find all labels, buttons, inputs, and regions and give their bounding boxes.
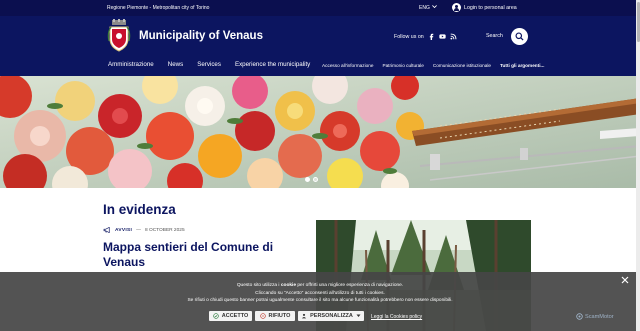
topic-link-comunicazione[interactable]: Comunicazione istituzionale xyxy=(433,63,491,68)
article-category[interactable]: AVVISI xyxy=(115,228,132,233)
customize-label: PERSONALIZZA xyxy=(310,313,353,319)
search-button[interactable] xyxy=(511,28,528,45)
login-button[interactable]: Login to personal area xyxy=(452,3,517,12)
cookie-text-post: per offrirti una migliore esperienza di … xyxy=(297,283,404,288)
social-links: Follow us on xyxy=(394,33,457,40)
megaphone-icon xyxy=(103,227,110,233)
section-title: In evidenza xyxy=(103,202,176,217)
block-icon xyxy=(259,313,266,319)
check-circle-icon xyxy=(213,313,219,319)
carousel-indicators xyxy=(305,177,318,182)
search-icon xyxy=(515,32,524,41)
meta-separator: — xyxy=(136,227,141,233)
cookie-text-line-1: Questo sito utilizza i cookie per offrir… xyxy=(0,283,640,288)
topic-link-accesso[interactable]: Accesso all'informazione xyxy=(322,63,373,68)
nav-item-amministrazione[interactable]: Amministrazione xyxy=(108,61,154,68)
page-scrollbar[interactable] xyxy=(636,0,640,331)
accept-label: ACCETTO xyxy=(221,313,249,319)
cookie-banner: Questo sito utilizza i cookie per offrir… xyxy=(0,272,640,331)
youtube-icon[interactable] xyxy=(439,33,446,40)
cookie-provider-brand[interactable]: ScamMotor xyxy=(576,313,614,320)
site-title[interactable]: Municipality of Venaus xyxy=(139,30,263,42)
caret-down-icon xyxy=(356,314,361,317)
carousel-dot-1[interactable] xyxy=(305,177,310,182)
main-navigation: Amministrazione News Services Experience… xyxy=(108,61,310,68)
reject-label: RIFIUTO xyxy=(268,313,291,319)
topics-navigation: Accesso all'informazione Patrimonio cult… xyxy=(322,63,544,68)
user-settings-icon xyxy=(302,313,307,319)
top-bar: Regione Piemonte - Metropolitan city of … xyxy=(0,0,640,16)
article-meta: AVVISI — 8 OCTOBER 2025 xyxy=(103,227,185,233)
cookie-policy-link[interactable]: Leggi la Cookies policy xyxy=(371,314,422,320)
topic-link-all[interactable]: Tutti gli argomenti... xyxy=(500,63,544,68)
search-label: Search xyxy=(486,33,503,39)
site-header: Municipality of Venaus Follow us on Sear… xyxy=(0,16,640,76)
facebook-icon[interactable] xyxy=(428,33,435,40)
hero-image xyxy=(0,76,640,188)
user-icon xyxy=(452,3,461,12)
nav-item-news[interactable]: News xyxy=(168,61,183,68)
reject-cookies-button[interactable]: RIFIUTO xyxy=(255,311,295,321)
nav-item-experience[interactable]: Experience the municipality xyxy=(235,61,310,68)
follow-us-label: Follow us on xyxy=(394,33,424,40)
customize-cookies-button[interactable]: PERSONALIZZA xyxy=(298,311,364,321)
cookie-text-line-2: Cliccando su "Accetto" acconsenti all'ut… xyxy=(255,291,385,296)
cookie-text-line-3: Se rifiuti o chiudi questo banner potrai… xyxy=(187,298,453,303)
nav-item-services[interactable]: Services xyxy=(197,61,221,68)
accept-cookies-button[interactable]: ACCETTO xyxy=(209,311,252,321)
cookie-text-pre: Questo sito utilizza i xyxy=(236,283,280,288)
carousel-dot-2[interactable] xyxy=(313,177,318,182)
page: Regione Piemonte - Metropolitan city of … xyxy=(0,0,640,331)
topic-link-patrimonio[interactable]: Patrimonio culturale xyxy=(382,63,423,68)
chevron-down-icon[interactable] xyxy=(431,3,438,10)
scrollbar-thumb[interactable] xyxy=(636,2,640,42)
brand-logo-icon xyxy=(576,313,583,320)
hero-carousel[interactable] xyxy=(0,76,640,188)
municipality-crest-logo[interactable] xyxy=(107,19,131,52)
brand-name: ScamMotor xyxy=(585,313,614,320)
language-selector[interactable]: ENG xyxy=(419,5,430,11)
region-link[interactable]: Regione Piemonte - Metropolitan city of … xyxy=(107,5,209,11)
article-title[interactable]: Mappa sentieri del Comune di Venaus xyxy=(103,240,283,270)
cookie-text-bold: cookie xyxy=(280,283,297,288)
rss-icon[interactable] xyxy=(450,33,457,40)
article-date: 8 OCTOBER 2025 xyxy=(144,227,185,233)
login-label: Login to personal area xyxy=(464,4,517,11)
